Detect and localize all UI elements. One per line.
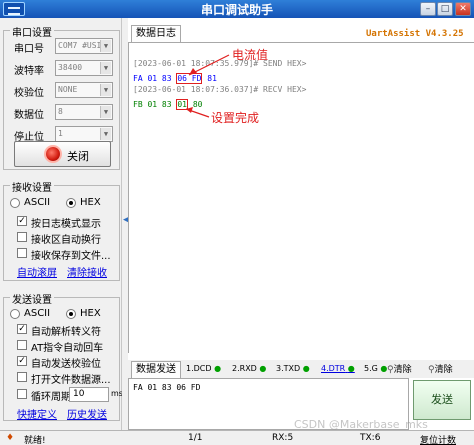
rx-option-log-mode[interactable]: ✓ 按日志模式显示: [17, 215, 117, 230]
led-icon: ●: [302, 364, 310, 373]
checkbox-icon: [17, 340, 27, 350]
tx-option-file-source[interactable]: 打开文件数据源...: [17, 371, 117, 386]
send-input-text: FA 01 83 06 FD: [133, 383, 201, 392]
tx-ascii-radio[interactable]: ASCII: [10, 308, 60, 320]
annotation-setting-done: 设置完成: [211, 111, 260, 125]
checkbox-icon[interactable]: [17, 389, 27, 399]
checkbox-checked-icon: ✓: [17, 216, 27, 226]
shortcut-define-link[interactable]: 快捷定义: [17, 406, 57, 421]
stopbits-select[interactable]: 1 ▼: [55, 126, 113, 142]
rx-option-wrap[interactable]: 接收区自动换行: [17, 231, 117, 246]
close-port-label: 关闭: [67, 150, 89, 163]
chevron-down-icon: ▼: [100, 84, 111, 96]
indicator-g: 5.G ●: [364, 364, 388, 373]
rx-option-save-file[interactable]: 接收保存到文件...: [17, 247, 117, 262]
status-page: 1/1: [188, 433, 203, 443]
broom-icon: ⚲: [387, 365, 394, 375]
left-panel: 串口设置 串口号 COM7 #USI ▼ 波特率 38400 ▼ 校验位 NONE ▼…: [0, 18, 123, 445]
indicator-dcd: 1.DCD ●: [186, 364, 222, 373]
radio-icon: [10, 198, 20, 208]
status-ready: 就绪!: [24, 436, 46, 445]
receive-settings-title: 接收设置: [10, 179, 54, 194]
indicator-rxd: 2.RXD ●: [232, 364, 267, 373]
port-select[interactable]: COM7 #USI ▼: [55, 38, 113, 54]
led-icon: ●: [347, 364, 355, 373]
baud-label: 波特率: [14, 66, 44, 77]
status-bar: ♦ 就绪! 1/1 RX:5 TX:6 复位计数: [0, 430, 474, 445]
radio-selected-icon: [66, 198, 76, 208]
radio-icon: [10, 309, 20, 319]
status-icon: ♦: [6, 433, 15, 443]
rx-ascii-radio[interactable]: ASCII: [10, 197, 60, 209]
tab-data-send[interactable]: 数据发送: [131, 361, 181, 378]
close-port-button[interactable]: 关闭: [14, 141, 111, 167]
parity-select[interactable]: NONE ▼: [55, 82, 113, 98]
led-icon: ●: [214, 364, 222, 373]
checkbox-checked-icon: ✓: [17, 324, 27, 334]
send-button[interactable]: 发送: [413, 380, 471, 420]
window-title: 串口调试助手: [200, 3, 273, 17]
led-icon: ●: [259, 364, 267, 373]
clear-button-1[interactable]: ⚲清除: [387, 362, 421, 375]
serial-settings-title: 串口设置: [10, 24, 54, 39]
send-history-link[interactable]: 历史发送: [67, 406, 107, 421]
brand-label: UartAssist V4.3.25: [366, 29, 464, 39]
radio-selected-icon: [66, 309, 76, 319]
send-toolbar: 数据发送 1.DCD ● 2.RXD ● 3.TXD ● 4.DTR ● 5.G…: [128, 360, 474, 378]
clear-button-2[interactable]: ⚲清除: [428, 362, 468, 375]
reset-count-button[interactable]: 复位计数: [420, 433, 456, 445]
tx-option-escape[interactable]: ✓ 自动解析转义符: [17, 323, 117, 338]
receive-log[interactable]: [2023-06-01 18:07:35.979]# SEND HEX> FA …: [128, 42, 474, 353]
close-window-button[interactable]: ✕: [455, 2, 471, 16]
status-rx: RX:5: [272, 433, 294, 443]
baud-select[interactable]: 38400 ▼: [55, 60, 113, 76]
tab-data-log[interactable]: 数据日志: [131, 25, 181, 42]
checkbox-icon: [17, 232, 27, 242]
chevron-down-icon: ▼: [100, 40, 111, 52]
broom-icon: ⚲: [428, 365, 435, 375]
checkbox-icon: [17, 372, 27, 382]
indicator-dtr[interactable]: 4.DTR ●: [321, 364, 355, 373]
clear-receive-link[interactable]: 清除接收: [67, 264, 107, 279]
maximize-button[interactable]: □: [437, 2, 453, 16]
annotation-current-value: 电流值: [232, 48, 269, 62]
parity-label: 校验位: [14, 88, 44, 99]
tx-option-at-cr[interactable]: AT指令自动回车: [17, 339, 117, 354]
tx-option-checksum[interactable]: ✓ 自动发送校验位: [17, 355, 117, 370]
status-tx: TX:6: [360, 433, 381, 443]
port-status-led-icon: [46, 147, 60, 161]
tx-hex-radio[interactable]: HEX: [66, 308, 112, 320]
databits-select[interactable]: 8 ▼: [55, 104, 113, 120]
indicator-txd: 3.TXD ●: [276, 364, 310, 373]
tx-option-cycle: 循环周期 10 ms: [17, 387, 123, 403]
chevron-down-icon: ▼: [100, 62, 111, 74]
port-label: 串口号: [14, 44, 44, 55]
annotation-arrows: [185, 54, 230, 118]
rx-hex-radio[interactable]: HEX: [66, 197, 112, 209]
send-settings-title: 发送设置: [10, 291, 54, 306]
cycle-period-input[interactable]: 10: [69, 387, 109, 402]
chevron-down-icon: ▼: [100, 106, 111, 118]
checkbox-icon: [17, 248, 27, 258]
checkbox-checked-icon: ✓: [17, 356, 27, 366]
auto-scroll-link[interactable]: 自动滚屏: [17, 264, 57, 279]
databits-label: 数据位: [14, 110, 44, 121]
chevron-down-icon: ▼: [100, 128, 111, 140]
app-icon: [3, 2, 25, 16]
minimize-button[interactable]: –: [420, 2, 436, 16]
